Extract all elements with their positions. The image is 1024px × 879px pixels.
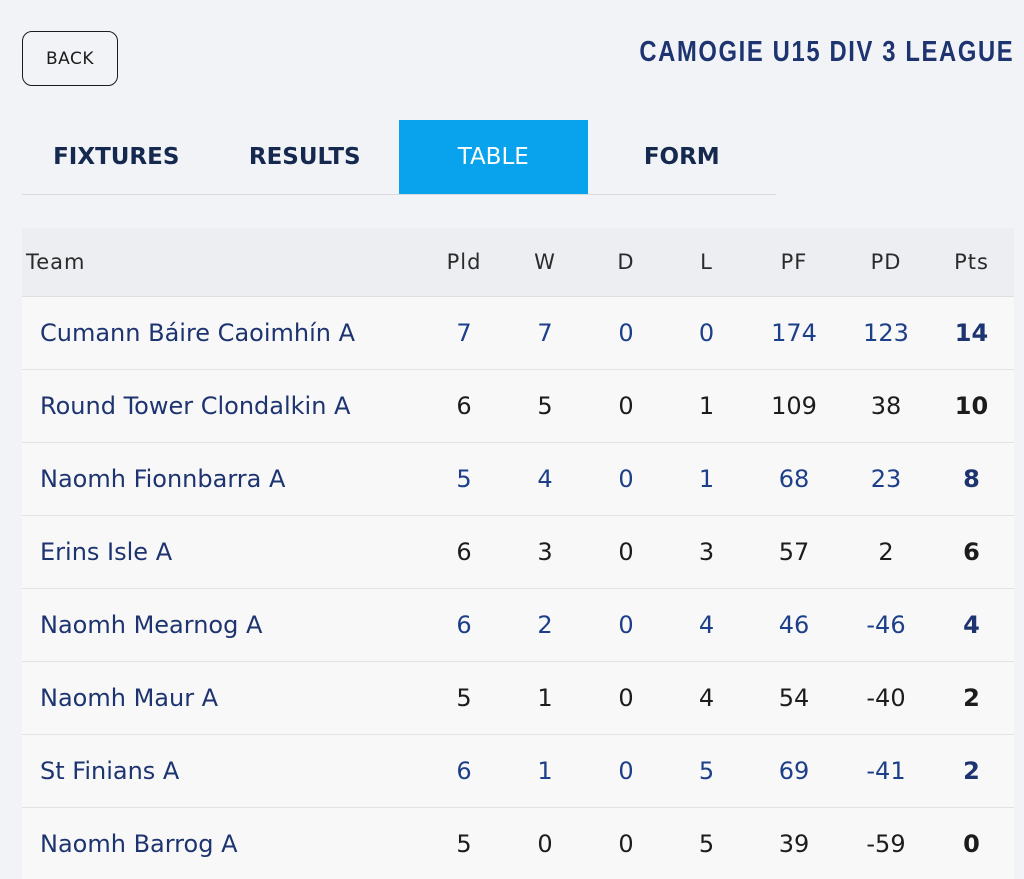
team-name-link[interactable]: Naomh Barrog A	[22, 807, 422, 879]
drawn-cell: 0	[584, 369, 668, 443]
team-name-link[interactable]: Cumann Báire Caoimhín A	[22, 296, 422, 370]
won-cell: 1	[506, 734, 584, 808]
team-name-link[interactable]: Naomh Fionnbarra A	[22, 442, 422, 516]
lost-cell: 5	[668, 734, 745, 808]
table-row[interactable]: Cumann Báire Caoimhín A 7 7 0 0 174 123 …	[22, 296, 1014, 370]
team-name-link[interactable]: Erins Isle A	[22, 515, 422, 589]
drawn-cell: 0	[584, 296, 668, 370]
points-cell: 14	[929, 296, 1014, 370]
tab-bar: FIXTURES RESULTS TABLE FORM	[22, 120, 776, 195]
drawn-cell: 0	[584, 661, 668, 735]
drawn-cell: 0	[584, 515, 668, 589]
points-difference-cell: -41	[843, 734, 929, 808]
points-cell: 8	[929, 442, 1014, 516]
played-cell: 5	[422, 661, 506, 735]
played-cell: 6	[422, 369, 506, 443]
tab-fixtures[interactable]: FIXTURES	[22, 120, 211, 194]
points-for-cell: 39	[745, 807, 843, 879]
lost-cell: 5	[668, 807, 745, 879]
lost-cell: 4	[668, 588, 745, 662]
table-row[interactable]: Naomh Fionnbarra A 5 4 0 1 68 23 8	[22, 442, 1014, 516]
played-cell: 6	[422, 734, 506, 808]
won-cell: 0	[506, 807, 584, 879]
table-row[interactable]: Naomh Barrog A 5 0 0 5 39 -59 0	[22, 807, 1014, 879]
drawn-cell: 0	[584, 807, 668, 879]
points-difference-cell: 2	[843, 515, 929, 589]
points-difference-cell: -40	[843, 661, 929, 735]
points-for-cell: 69	[745, 734, 843, 808]
header-played: Pld	[422, 228, 506, 297]
played-cell: 6	[422, 515, 506, 589]
points-cell: 4	[929, 588, 1014, 662]
won-cell: 5	[506, 369, 584, 443]
header-won: W	[506, 228, 584, 297]
lost-cell: 3	[668, 515, 745, 589]
played-cell: 7	[422, 296, 506, 370]
points-cell: 2	[929, 661, 1014, 735]
points-for-cell: 109	[745, 369, 843, 443]
header-drawn: D	[584, 228, 668, 297]
tab-table[interactable]: TABLE	[399, 120, 588, 194]
won-cell: 2	[506, 588, 584, 662]
points-difference-cell: -46	[843, 588, 929, 662]
tab-form[interactable]: FORM	[588, 120, 777, 194]
points-difference-cell: -59	[843, 807, 929, 879]
table-row[interactable]: St Finians A 6 1 0 5 69 -41 2	[22, 734, 1014, 808]
points-cell: 10	[929, 369, 1014, 443]
league-page: BACK CAMOGIE U15 DIV 3 LEAGUE FIXTURES R…	[0, 0, 1024, 879]
points-difference-cell: 123	[843, 296, 929, 370]
points-difference-cell: 23	[843, 442, 929, 516]
table-row[interactable]: Naomh Mearnog A 6 2 0 4 46 -46 4	[22, 588, 1014, 662]
table-row[interactable]: Round Tower Clondalkin A 6 5 0 1 109 38 …	[22, 369, 1014, 443]
points-cell: 6	[929, 515, 1014, 589]
team-name-link[interactable]: Naomh Maur A	[22, 661, 422, 735]
header-lost: L	[668, 228, 745, 297]
points-for-cell: 57	[745, 515, 843, 589]
points-difference-cell: 38	[843, 369, 929, 443]
header-points-for: PF	[745, 228, 843, 297]
league-title: CAMOGIE U15 DIV 3 LEAGUE	[639, 35, 1014, 68]
points-cell: 2	[929, 734, 1014, 808]
won-cell: 3	[506, 515, 584, 589]
lost-cell: 1	[668, 369, 745, 443]
tab-results[interactable]: RESULTS	[211, 120, 400, 194]
points-for-cell: 68	[745, 442, 843, 516]
team-name-link[interactable]: St Finians A	[22, 734, 422, 808]
won-cell: 4	[506, 442, 584, 516]
points-cell: 0	[929, 807, 1014, 879]
points-for-cell: 46	[745, 588, 843, 662]
header-points-difference: PD	[843, 228, 929, 297]
points-for-cell: 54	[745, 661, 843, 735]
played-cell: 5	[422, 442, 506, 516]
won-cell: 7	[506, 296, 584, 370]
table-row[interactable]: Naomh Maur A 5 1 0 4 54 -40 2	[22, 661, 1014, 735]
header-team: Team	[22, 228, 422, 297]
lost-cell: 1	[668, 442, 745, 516]
drawn-cell: 0	[584, 442, 668, 516]
back-button[interactable]: BACK	[22, 31, 118, 86]
table-row[interactable]: Erins Isle A 6 3 0 3 57 2 6	[22, 515, 1014, 589]
drawn-cell: 0	[584, 588, 668, 662]
table-header-row: Team Pld W D L PF PD Pts	[22, 228, 1014, 297]
drawn-cell: 0	[584, 734, 668, 808]
lost-cell: 4	[668, 661, 745, 735]
points-for-cell: 174	[745, 296, 843, 370]
team-name-link[interactable]: Naomh Mearnog A	[22, 588, 422, 662]
lost-cell: 0	[668, 296, 745, 370]
played-cell: 5	[422, 807, 506, 879]
won-cell: 1	[506, 661, 584, 735]
played-cell: 6	[422, 588, 506, 662]
header-points: Pts	[929, 228, 1014, 297]
standings-table: Team Pld W D L PF PD Pts Cumann Báire Ca…	[22, 228, 1014, 879]
team-name-link[interactable]: Round Tower Clondalkin A	[22, 369, 422, 443]
